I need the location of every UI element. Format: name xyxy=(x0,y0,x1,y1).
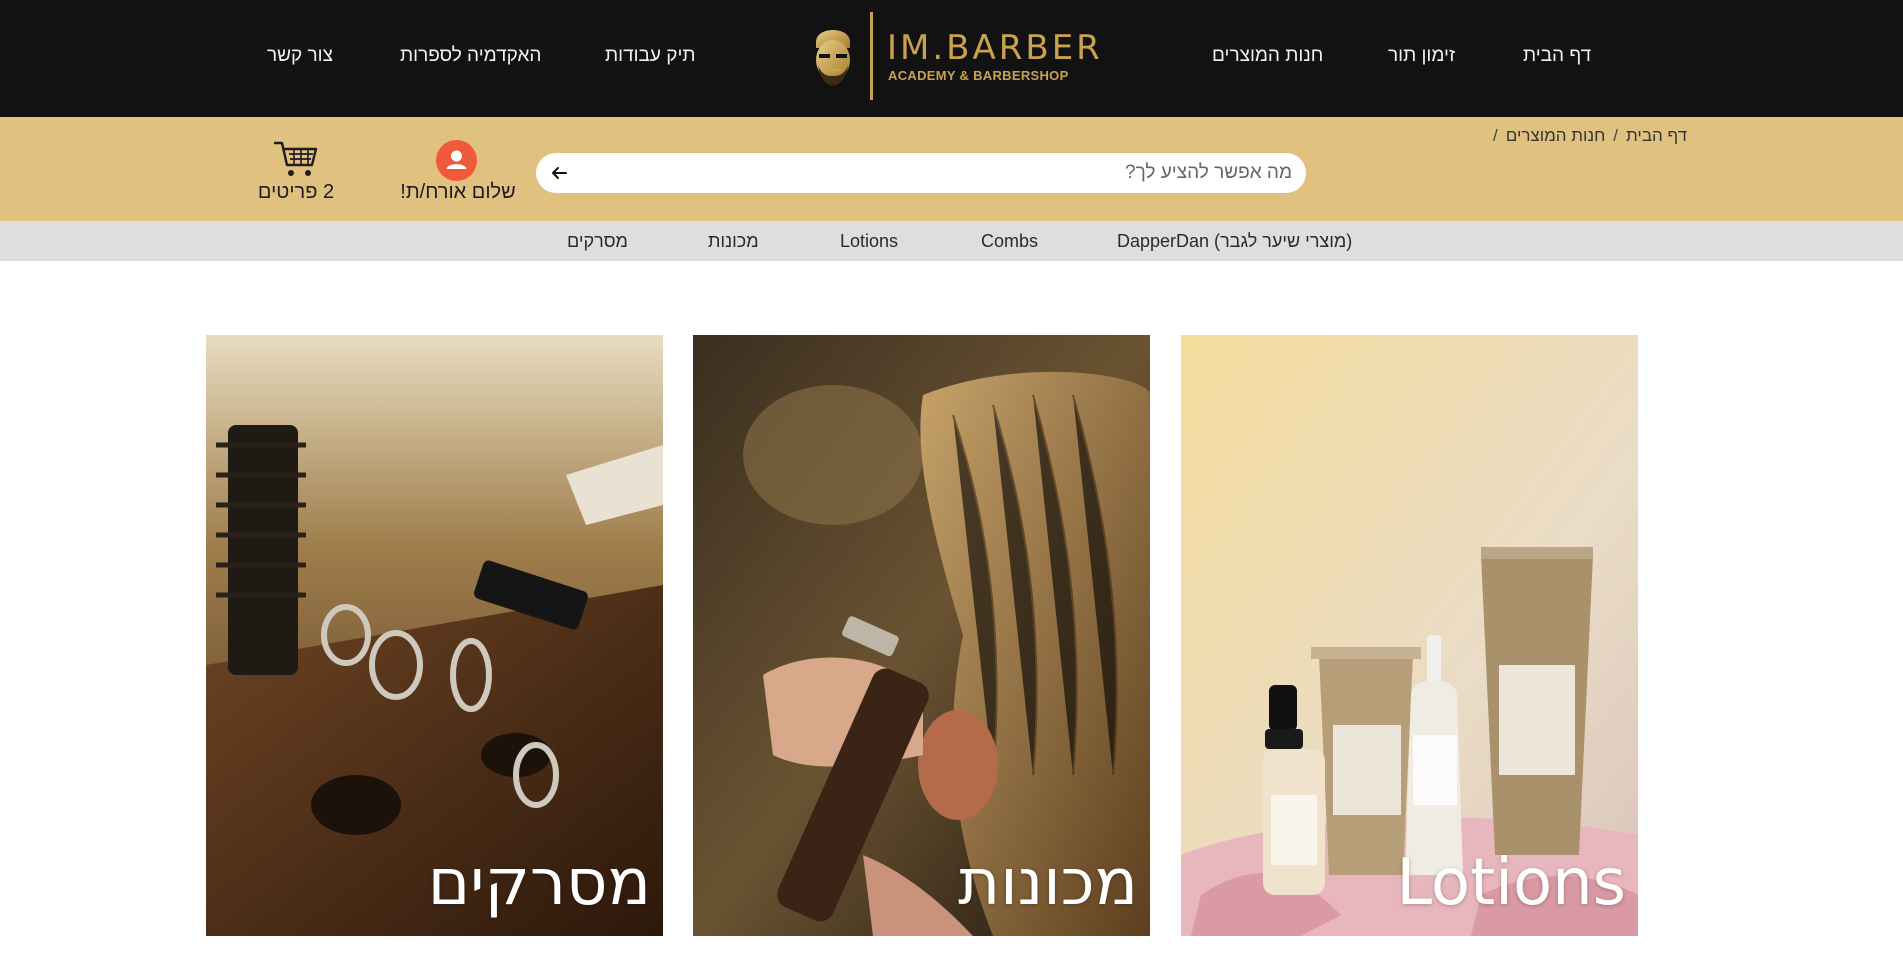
cart-count[interactable]: 2 פריטים xyxy=(240,181,352,204)
category-lotions[interactable]: Lotions xyxy=(840,231,898,252)
tile-lotions[interactable]: Lotions xyxy=(1181,335,1638,936)
site-logo[interactable]: IM.BARBER ACADEMY & BARBERSHOP xyxy=(808,12,1100,102)
tile-title: מכונות xyxy=(958,846,1138,920)
nav-shop[interactable]: חנות המוצרים xyxy=(1212,45,1323,67)
nav-academy[interactable]: האקדמיה לספרות xyxy=(400,45,541,67)
user-avatar[interactable] xyxy=(436,140,477,181)
tile-title: מסרקים xyxy=(427,846,651,920)
nav-portfolio[interactable]: תיק עבודות xyxy=(605,45,696,67)
tile-brushes[interactable]: מסרקים xyxy=(206,335,663,936)
tile-clippers[interactable]: מכונות xyxy=(693,335,1150,936)
tile-title: Lotions xyxy=(1396,846,1626,920)
user-icon xyxy=(446,150,467,169)
breadcrumb-separator: / xyxy=(1493,126,1498,145)
nav-home[interactable]: דף הבית xyxy=(1523,45,1591,67)
cart-icon[interactable] xyxy=(274,139,318,179)
category-brushes[interactable]: מסרקים xyxy=(567,231,628,252)
user-greeting[interactable]: שלום אורח/ת! xyxy=(390,181,526,204)
category-dapperdan[interactable]: DapperDan (מוצרי שיער לגבר) xyxy=(1117,231,1352,252)
arrow-left-icon[interactable] xyxy=(550,164,568,182)
category-bar xyxy=(0,221,1903,261)
logo-divider xyxy=(870,12,873,100)
category-clippers[interactable]: מכונות xyxy=(708,231,759,252)
breadcrumb-current[interactable]: חנות המוצרים xyxy=(1506,126,1606,145)
site-header: דף הבית זימון תור חנות המוצרים IM.BARBER… xyxy=(0,0,1903,117)
nav-booking[interactable]: זימון תור xyxy=(1388,45,1455,67)
logo-wordmark: IM.BARBER xyxy=(887,28,1103,68)
search-input[interactable] xyxy=(576,153,1292,193)
search-bar xyxy=(536,153,1306,193)
breadcrumb: דף הבית / חנות המוצרים / xyxy=(1485,126,1687,146)
barber-face-logo-icon xyxy=(816,30,850,86)
logo-tagline: ACADEMY & BARBERSHOP xyxy=(888,68,1069,83)
breadcrumb-separator: / xyxy=(1613,126,1618,145)
nav-contact[interactable]: צור קשר xyxy=(267,45,333,67)
breadcrumb-home[interactable]: דף הבית xyxy=(1626,126,1687,145)
category-combs[interactable]: Combs xyxy=(981,231,1038,252)
